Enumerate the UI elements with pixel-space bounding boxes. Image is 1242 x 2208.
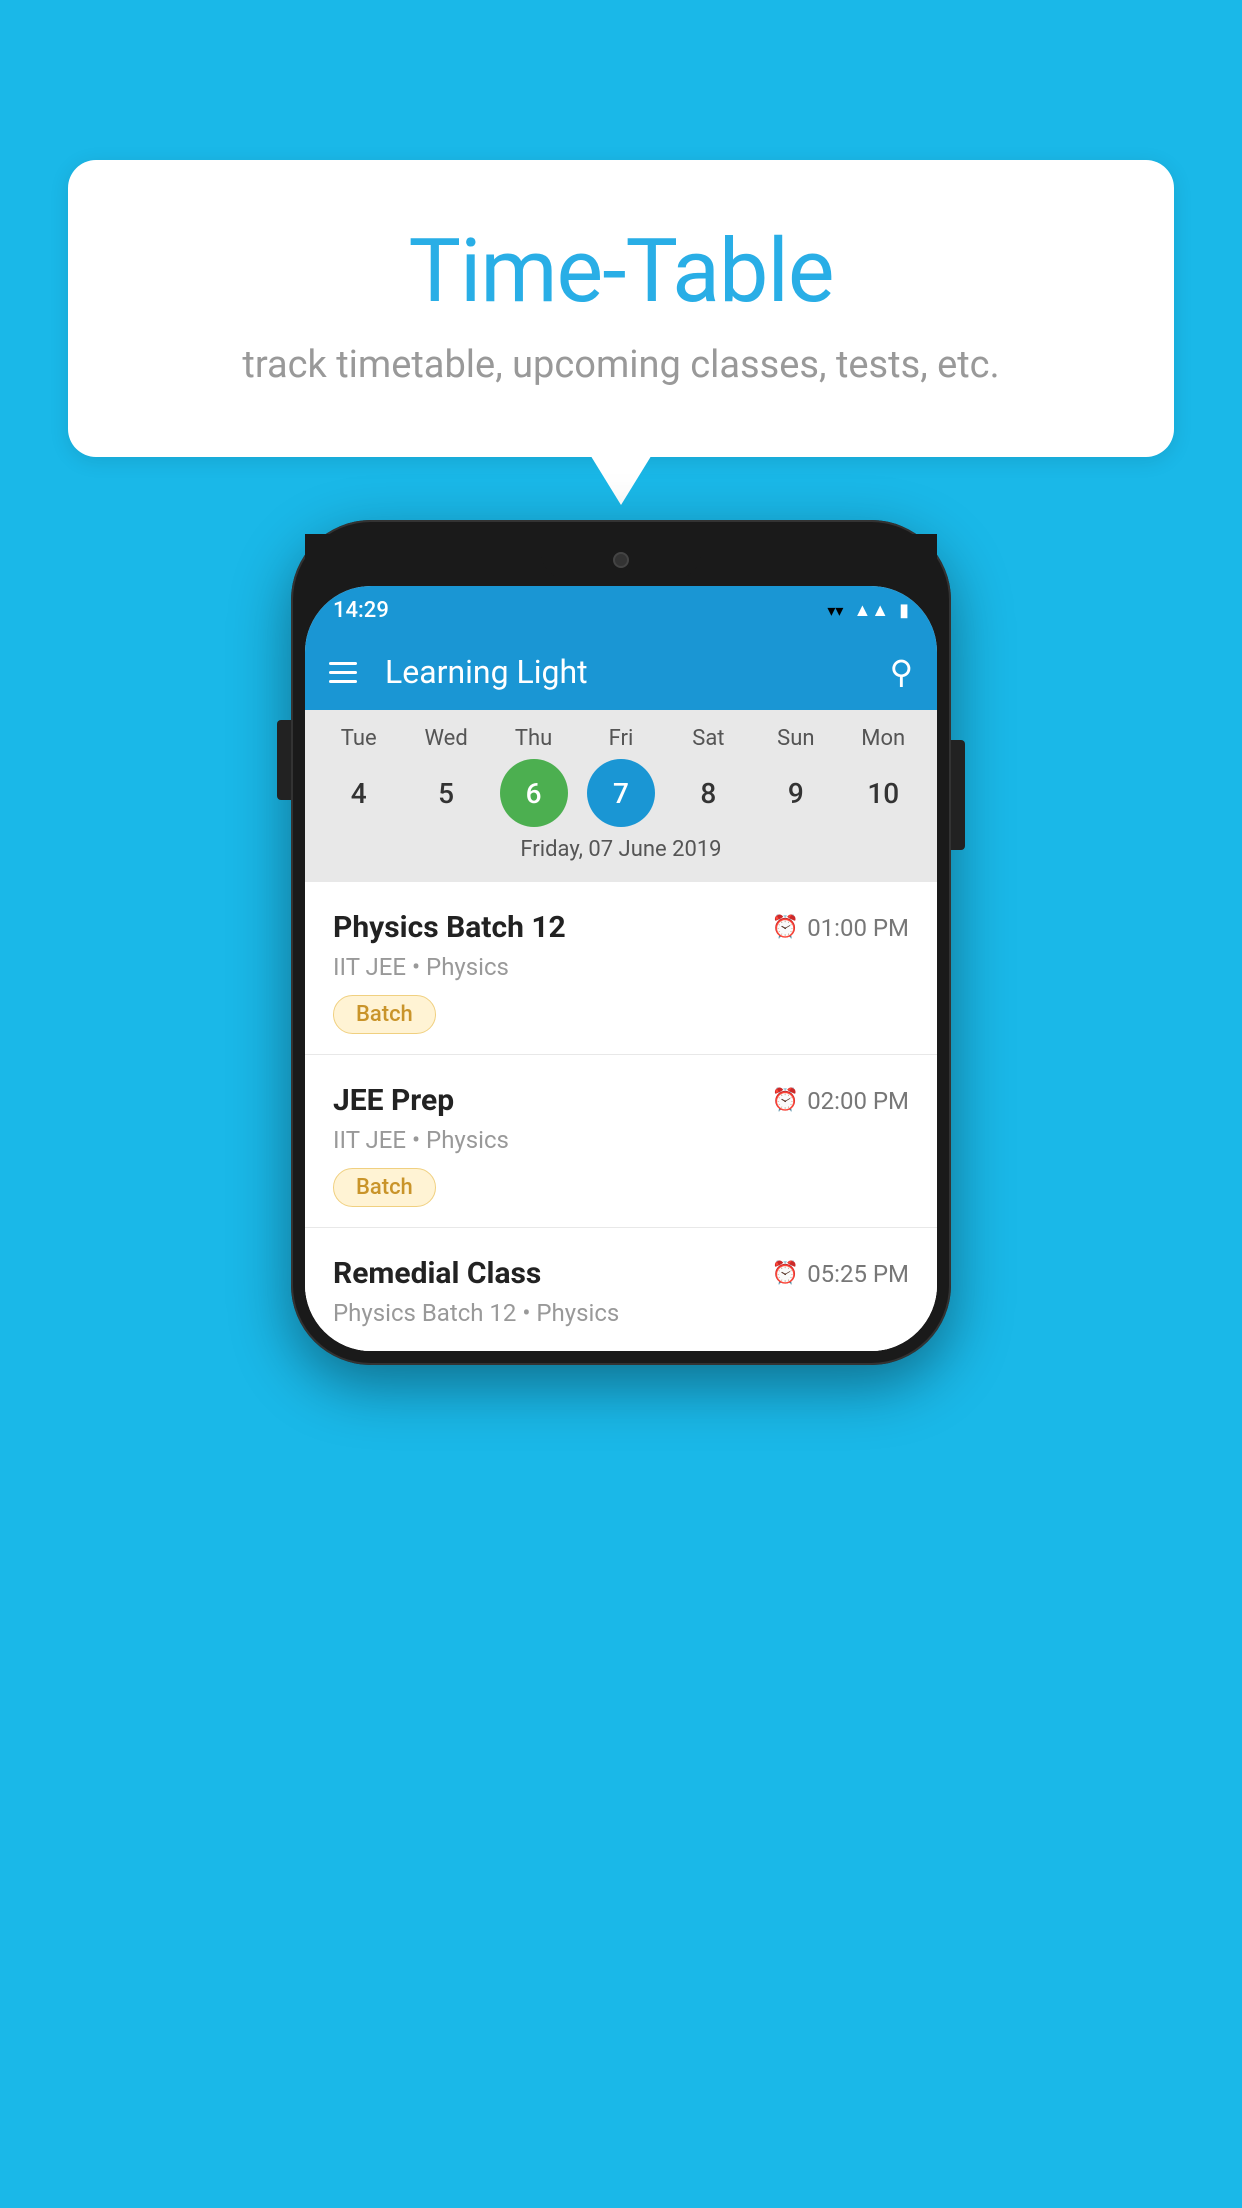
dates-row[interactable]: 4 5 6 7 8 9 10 bbox=[305, 759, 937, 827]
search-icon[interactable]: ⚲ bbox=[890, 653, 913, 691]
item-time-3: ⏰ 05:25 PM bbox=[772, 1260, 909, 1288]
date-6-today[interactable]: 6 bbox=[500, 759, 568, 827]
bubble-title: Time-Table bbox=[148, 220, 1094, 323]
date-10[interactable]: 10 bbox=[849, 759, 917, 827]
calendar-strip: Tue Wed Thu Fri Sat Sun Mon 4 5 6 7 8 9 … bbox=[305, 710, 937, 882]
signal-icon: ▲▲ bbox=[853, 600, 889, 621]
schedule-list: Physics Batch 12 ⏰ 01:00 PM IIT JEE • Ph… bbox=[305, 882, 937, 1351]
item-title-3: Remedial Class bbox=[333, 1256, 541, 1291]
day-mon: Mon bbox=[849, 726, 917, 751]
app-bar: Learning Light ⚲ bbox=[305, 634, 937, 710]
status-bar: 14:29 ▾▾ ▲▲ ▮ bbox=[305, 586, 937, 634]
item-time-2: ⏰ 02:00 PM bbox=[772, 1087, 909, 1115]
phone-mockup: 14:29 ▾▾ ▲▲ ▮ Learning Light ⚲ bbox=[291, 520, 951, 1365]
phone-screen: 14:29 ▾▾ ▲▲ ▮ Learning Light ⚲ bbox=[305, 586, 937, 1351]
time-value-2: 02:00 PM bbox=[807, 1087, 909, 1115]
wifi-icon: ▾▾ bbox=[827, 601, 843, 620]
speech-bubble-container: Time-Table track timetable, upcoming cla… bbox=[68, 160, 1174, 457]
item-title-2: JEE Prep bbox=[333, 1083, 454, 1118]
item-subtitle-1: IIT JEE • Physics bbox=[333, 953, 909, 981]
speech-bubble: Time-Table track timetable, upcoming cla… bbox=[68, 160, 1174, 457]
schedule-item-jee-prep[interactable]: JEE Prep ⏰ 02:00 PM IIT JEE • Physics Ba… bbox=[305, 1055, 937, 1228]
batch-badge-2: Batch bbox=[333, 1168, 436, 1207]
day-sun: Sun bbox=[762, 726, 830, 751]
days-row: Tue Wed Thu Fri Sat Sun Mon bbox=[305, 726, 937, 751]
menu-icon[interactable] bbox=[329, 662, 357, 683]
day-sat: Sat bbox=[674, 726, 742, 751]
date-8[interactable]: 8 bbox=[674, 759, 742, 827]
time-value-1: 01:00 PM bbox=[807, 914, 909, 942]
phone-frame: 14:29 ▾▾ ▲▲ ▮ Learning Light ⚲ bbox=[291, 520, 951, 1365]
item-header-2: JEE Prep ⏰ 02:00 PM bbox=[333, 1083, 909, 1118]
clock-icon-2: ⏰ bbox=[772, 1088, 799, 1113]
status-time: 14:29 bbox=[333, 598, 389, 623]
day-tue: Tue bbox=[325, 726, 393, 751]
app-title: Learning Light bbox=[385, 653, 862, 691]
day-thu: Thu bbox=[500, 726, 568, 751]
bubble-subtitle: track timetable, upcoming classes, tests… bbox=[148, 343, 1094, 387]
phone-notch bbox=[305, 534, 937, 586]
notch-cutout bbox=[541, 540, 701, 580]
date-7-selected[interactable]: 7 bbox=[587, 759, 655, 827]
date-9[interactable]: 9 bbox=[762, 759, 830, 827]
date-4[interactable]: 4 bbox=[325, 759, 393, 827]
item-title-1: Physics Batch 12 bbox=[333, 910, 566, 945]
clock-icon-3: ⏰ bbox=[772, 1261, 799, 1286]
day-fri: Fri bbox=[587, 726, 655, 751]
time-value-3: 05:25 PM bbox=[807, 1260, 909, 1288]
selected-date-label: Friday, 07 June 2019 bbox=[305, 837, 937, 872]
batch-badge-1: Batch bbox=[333, 995, 436, 1034]
item-header-3: Remedial Class ⏰ 05:25 PM bbox=[333, 1256, 909, 1291]
item-header-1: Physics Batch 12 ⏰ 01:00 PM bbox=[333, 910, 909, 945]
item-subtitle-3: Physics Batch 12 • Physics bbox=[333, 1299, 909, 1327]
item-subtitle-2: IIT JEE • Physics bbox=[333, 1126, 909, 1154]
schedule-item-physics-batch[interactable]: Physics Batch 12 ⏰ 01:00 PM IIT JEE • Ph… bbox=[305, 882, 937, 1055]
status-icons: ▾▾ ▲▲ ▮ bbox=[827, 600, 909, 621]
battery-icon: ▮ bbox=[899, 600, 909, 621]
schedule-item-remedial[interactable]: Remedial Class ⏰ 05:25 PM Physics Batch … bbox=[305, 1228, 937, 1351]
item-time-1: ⏰ 01:00 PM bbox=[772, 914, 909, 942]
camera bbox=[613, 552, 629, 568]
clock-icon-1: ⏰ bbox=[772, 915, 799, 940]
day-wed: Wed bbox=[412, 726, 480, 751]
date-5[interactable]: 5 bbox=[412, 759, 480, 827]
